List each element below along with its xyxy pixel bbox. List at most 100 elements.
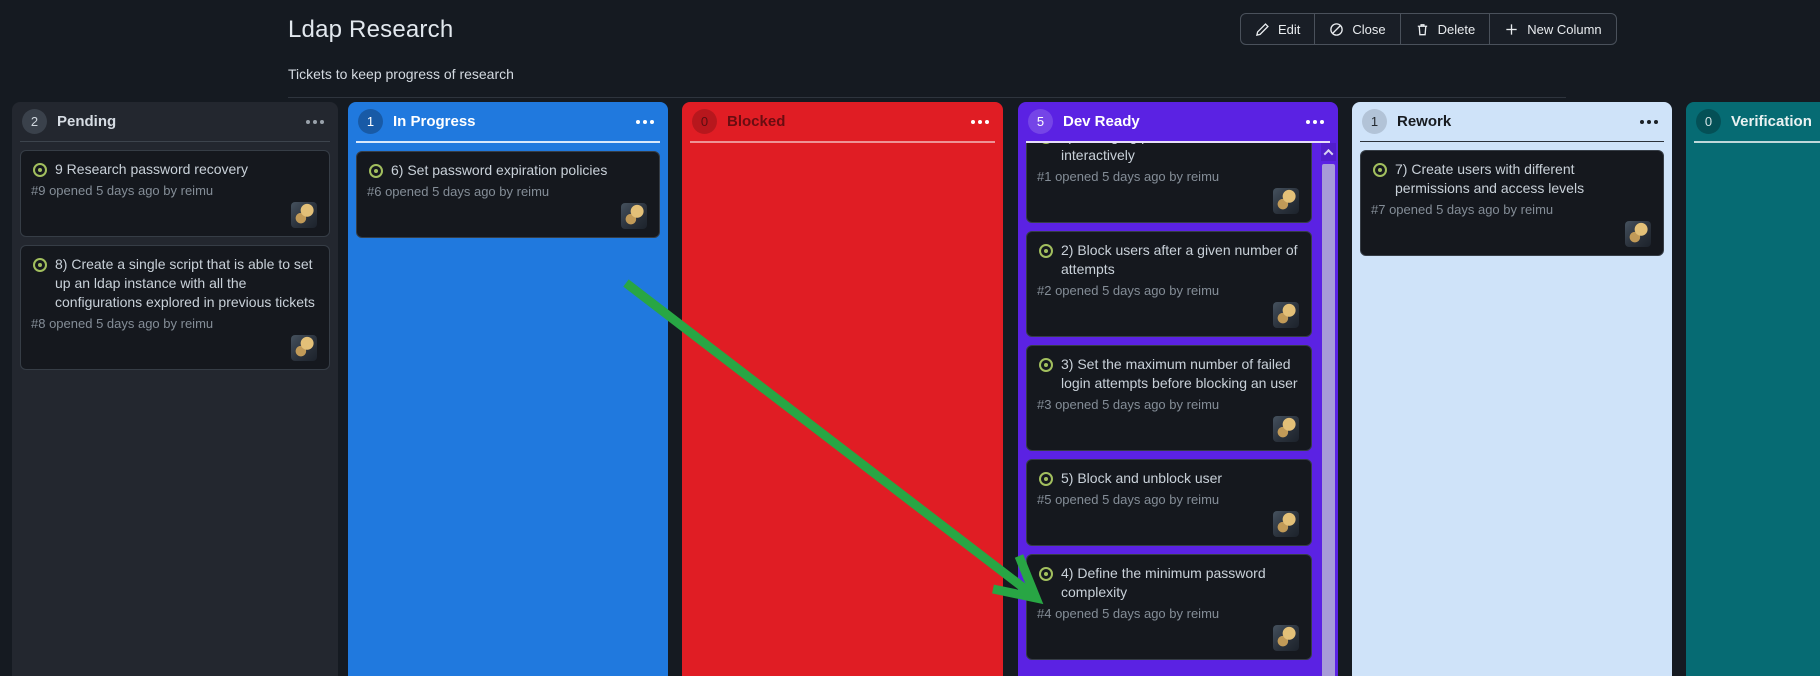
avatar[interactable] — [1625, 221, 1651, 247]
card-title: 4) Define the minimum password complexit… — [1061, 565, 1266, 600]
chevron-up-icon — [1323, 148, 1334, 159]
column-title: Verification — [1731, 113, 1812, 130]
avatar[interactable] — [1273, 416, 1299, 442]
pencil-icon — [1255, 22, 1269, 36]
card-list: 9 Research password recovery #9 opened 5… — [12, 142, 338, 378]
avatar[interactable] — [291, 202, 317, 228]
card-meta: #2 opened 5 days ago by reimu — [1037, 283, 1220, 298]
card-title: 9 Research password recovery — [55, 161, 248, 177]
column-count-badge: 0 — [1696, 109, 1721, 134]
project-board-page: Ldap Research Tickets to keep progress o… — [0, 0, 1820, 676]
card-meta: #4 opened 5 days ago by reimu — [1037, 606, 1220, 621]
card-title: 1) Changing password non-interactively — [1061, 143, 1233, 163]
column-header: 1 Rework — [1352, 102, 1672, 141]
column-header: 2 Pending — [12, 102, 338, 141]
column-dev-ready: 5 Dev Ready 1) Changing password non-int… — [1018, 102, 1338, 676]
new-column-button[interactable]: New Column — [1489, 13, 1617, 45]
column-count-badge: 5 — [1028, 109, 1053, 134]
page-subtitle: Tickets to keep progress of research — [288, 66, 514, 82]
card-list — [1686, 143, 1820, 159]
open-issue-icon — [33, 258, 47, 272]
column-header: 5 Dev Ready — [1018, 102, 1338, 141]
open-issue-icon — [1373, 163, 1387, 177]
issue-card[interactable]: 8) Create a single script that is able t… — [20, 245, 330, 370]
card-title: 7) Create users with different permissio… — [1395, 161, 1585, 196]
column-menu-icon[interactable] — [1638, 116, 1660, 128]
edit-button[interactable]: Edit — [1240, 13, 1316, 45]
avatar[interactable] — [621, 203, 647, 229]
card-title: 5) Block and unblock user — [1061, 470, 1223, 486]
column-menu-icon[interactable] — [969, 116, 991, 128]
circle-slash-icon — [1330, 22, 1344, 36]
board-actions: Edit Close Delete New Column — [1240, 13, 1617, 45]
open-issue-icon — [1039, 244, 1053, 258]
close-button-label: Close — [1352, 21, 1386, 37]
edit-button-label: Edit — [1278, 21, 1301, 37]
avatar[interactable] — [291, 335, 317, 361]
column-menu-icon[interactable] — [634, 116, 656, 128]
column-rework: 1 Rework 7) Create users with different … — [1352, 102, 1672, 676]
issue-card[interactable]: 3) Set the maximum number of failed logi… — [1026, 345, 1312, 451]
card-meta: #5 opened 5 days ago by reimu — [1037, 492, 1220, 507]
open-issue-icon — [1039, 358, 1053, 372]
card-title: 3) Set the maximum number of failed logi… — [1061, 356, 1298, 391]
issue-card[interactable]: 2) Block users after a given number of a… — [1026, 231, 1312, 337]
card-meta: #7 opened 5 days ago by reimu — [1371, 202, 1554, 217]
column-verification: 0 Verification — [1686, 102, 1820, 676]
issue-card[interactable]: 4) Define the minimum password complexit… — [1026, 554, 1312, 660]
column-header: 1 In Progress — [348, 102, 668, 141]
column-blocked: 0 Blocked — [682, 102, 1003, 676]
delete-button-label: Delete — [1437, 21, 1476, 37]
trash-icon — [1417, 23, 1427, 35]
issue-card[interactable]: 6) Set password expiration policies #6 o… — [356, 151, 660, 238]
column-title: In Progress — [393, 113, 476, 130]
column-count-badge: 0 — [692, 109, 717, 134]
column-title: Dev Ready — [1063, 113, 1140, 130]
plus-icon — [1506, 23, 1517, 35]
column-title: Pending — [57, 113, 117, 130]
open-issue-icon — [1039, 143, 1053, 144]
issue-card[interactable]: 9 Research password recovery #9 opened 5… — [20, 150, 330, 237]
card-list: 7) Create users with different permissio… — [1352, 142, 1672, 264]
open-issue-icon — [369, 164, 383, 178]
card-list: 1) Changing password non-interactively #… — [1018, 143, 1338, 676]
avatar[interactable] — [1273, 302, 1299, 328]
card-title: 8) Create a single script that is able t… — [55, 256, 315, 310]
column-pending: 2 Pending 9 Research password recovery #… — [12, 102, 338, 676]
column-scrollbar — [1321, 143, 1336, 676]
card-title: 2) Block users after a given number of a… — [1061, 242, 1298, 277]
column-title: Blocked — [727, 113, 786, 130]
close-button[interactable]: Close — [1314, 13, 1401, 45]
column-count-badge: 1 — [358, 109, 383, 134]
issue-card[interactable]: 5) Block and unblock user #5 opened 5 da… — [1026, 459, 1312, 546]
card-title: 6) Set password expiration policies — [391, 162, 608, 178]
open-issue-icon — [33, 163, 47, 177]
card-meta: #6 opened 5 days ago by reimu — [367, 184, 550, 199]
open-issue-icon — [1039, 567, 1053, 581]
column-title: Rework — [1397, 113, 1452, 130]
card-meta: #8 opened 5 days ago by reimu — [31, 316, 214, 331]
card-list: 6) Set password expiration policies #6 o… — [348, 143, 668, 246]
card-list — [682, 143, 1003, 159]
issue-card[interactable]: 1) Changing password non-interactively #… — [1026, 143, 1312, 223]
column-header: 0 Blocked — [682, 102, 1003, 141]
avatar[interactable] — [1273, 511, 1299, 537]
card-meta: #1 opened 5 days ago by reimu — [1037, 169, 1220, 184]
column-count-badge: 1 — [1362, 109, 1387, 134]
scroll-up-button[interactable] — [1321, 143, 1336, 161]
delete-button[interactable]: Delete — [1399, 13, 1491, 45]
avatar[interactable] — [1273, 188, 1299, 214]
issue-card[interactable]: 7) Create users with different permissio… — [1360, 150, 1664, 256]
column-menu-icon[interactable] — [1304, 116, 1326, 128]
open-issue-icon — [1039, 472, 1053, 486]
column-header: 0 Verification — [1686, 102, 1820, 141]
card-meta: #3 opened 5 days ago by reimu — [1037, 397, 1220, 412]
column-menu-icon[interactable] — [304, 116, 326, 128]
column-count-badge: 2 — [22, 109, 47, 134]
new-column-button-label: New Column — [1527, 21, 1602, 37]
scrollbar-thumb[interactable] — [1322, 164, 1335, 676]
avatar[interactable] — [1273, 625, 1299, 651]
header-divider — [288, 97, 1566, 98]
page-title: Ldap Research — [288, 16, 454, 43]
card-meta: #9 opened 5 days ago by reimu — [31, 183, 214, 198]
